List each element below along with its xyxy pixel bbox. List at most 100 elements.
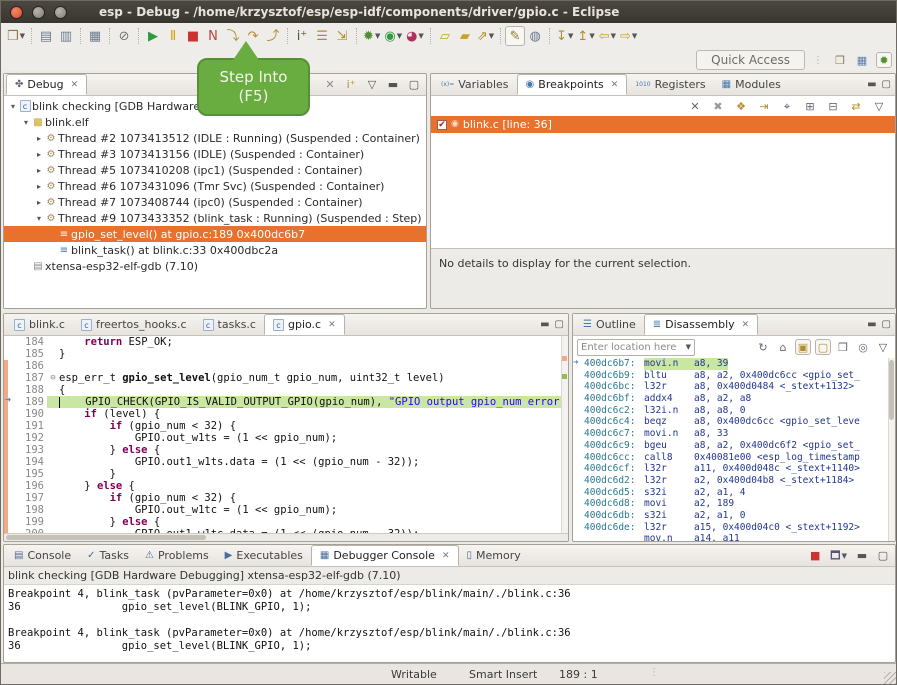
close-icon[interactable]: ✕ xyxy=(611,80,619,90)
expander-icon[interactable]: ▸ xyxy=(34,198,44,207)
debug-tree-row[interactable]: ≡blink_task() at blink.c:33 0x400dbc2a xyxy=(4,242,426,258)
previous-annotation-button[interactable]: ↥▼ xyxy=(575,26,596,46)
last-tool-button[interactable]: ⇗▼ xyxy=(475,26,496,46)
collapse-all-button[interactable]: ⊟ xyxy=(825,98,841,114)
close-button[interactable] xyxy=(10,6,23,19)
maximize-button[interactable]: ▢ xyxy=(406,77,422,93)
debug-tree-row[interactable]: ▸⚙Thread #7 1073408744 (ipc0) (Suspended… xyxy=(4,194,426,210)
disassembly-listing[interactable]: ➜400dc6b7:movi.na8, 39400dc6b9:bltua8, a… xyxy=(573,358,895,542)
mark-occurrences-button[interactable]: ✎ xyxy=(505,26,525,46)
terminate-button[interactable]: ■ xyxy=(183,26,203,46)
show-annotations-button[interactable]: ◍ xyxy=(525,26,545,46)
maximize-button[interactable] xyxy=(54,6,67,19)
drop-to-frame-button[interactable]: ⇲ xyxy=(332,26,352,46)
go-to-pc-button[interactable]: ⌂ xyxy=(775,339,791,355)
chevron-down-icon[interactable]: ▼ xyxy=(611,32,616,40)
disconnect-button[interactable]: N xyxy=(203,26,223,46)
expander-icon[interactable]: ▸ xyxy=(34,134,44,143)
perspective-debug-button[interactable]: ✹ xyxy=(876,52,892,68)
close-icon[interactable]: ✕ xyxy=(328,320,336,330)
save-button[interactable]: ▤ xyxy=(36,26,56,46)
terminate-console-button[interactable]: ■ xyxy=(807,548,823,564)
view-menu-button[interactable]: ▽ xyxy=(871,98,887,114)
open-perspective-button[interactable]: ❐ xyxy=(832,52,848,68)
tab-variables[interactable]: (x)=Variables xyxy=(433,74,517,95)
skip-all-breakpoints-button[interactable]: ⊘ xyxy=(114,26,134,46)
remove-breakpoint-button[interactable]: ✕ xyxy=(687,98,703,114)
chevron-down-icon[interactable]: ▼ xyxy=(589,32,594,40)
breakpoint-checkbox[interactable]: ✔ xyxy=(437,120,447,130)
external-tools-button[interactable]: ◕▼ xyxy=(404,26,426,46)
remove-all-terminated-button[interactable]: ✕ xyxy=(322,77,338,93)
console-output[interactable]: Breakpoint 4, blink_task (pvParameter=0x… xyxy=(4,585,895,653)
tab-blink-c[interactable]: cblink.c xyxy=(6,314,73,335)
show-source-button[interactable]: ▣ xyxy=(795,339,811,355)
minimize-button[interactable]: ▬ xyxy=(867,320,876,330)
expander-icon[interactable]: ▾ xyxy=(21,118,31,127)
show-threads-button[interactable]: ☰ xyxy=(312,26,332,46)
suspend-button[interactable]: Ⅱ xyxy=(163,26,183,46)
step-return-button[interactable]: ⤴ xyxy=(263,26,283,46)
tab-gpio-c[interactable]: cgpio.c✕ xyxy=(264,314,345,335)
back-button[interactable]: ⇦▼ xyxy=(597,26,618,46)
quick-access-button[interactable]: Quick Access xyxy=(696,50,805,70)
tab-registers[interactable]: 1010Registers xyxy=(627,74,713,95)
debug-tree-row[interactable]: ▸⚙Thread #5 1073410208 (ipc1) (Suspended… xyxy=(4,162,426,178)
chevron-down-icon[interactable]: ▼ xyxy=(686,343,691,351)
tab-memory[interactable]: ▯Memory xyxy=(459,545,529,566)
maximize-button[interactable]: ▢ xyxy=(882,80,891,90)
maximize-button[interactable]: ▢ xyxy=(882,320,891,330)
view-menu-button[interactable]: ▽ xyxy=(364,77,380,93)
tab-disassembly[interactable]: ≣Disassembly✕ xyxy=(644,314,758,335)
tab-debugger-console[interactable]: ▦Debugger Console✕ xyxy=(311,545,459,566)
open-resource-button[interactable]: ▰ xyxy=(455,26,475,46)
minimize-button[interactable]: ▬ xyxy=(540,320,549,330)
show-breakpoints-for-button[interactable]: ❖ xyxy=(733,98,749,114)
run-button[interactable]: ◉▼ xyxy=(382,26,404,46)
pin-button[interactable]: ◎ xyxy=(855,339,871,355)
debug-tree-row[interactable]: ▤xtensa-esp32-elf-gdb (7.10) xyxy=(4,258,426,274)
location-input[interactable]: Enter location here ▼ xyxy=(577,339,695,356)
save-binary-button[interactable]: ▦ xyxy=(85,26,105,46)
expand-all-button[interactable]: ⊞ xyxy=(802,98,818,114)
go-to-file-button[interactable]: ⇥ xyxy=(756,98,772,114)
save-all-button[interactable]: ▥ xyxy=(56,26,76,46)
minimize-button[interactable]: ▬ xyxy=(385,77,401,93)
tab-tasks-c[interactable]: ctasks.c xyxy=(195,314,264,335)
overview-ruler[interactable] xyxy=(561,336,568,533)
tab-modules[interactable]: ▦Modules xyxy=(714,74,789,95)
tab-freertos_hooks-c[interactable]: cfreertos_hooks.c xyxy=(73,314,195,335)
sync-context-button[interactable]: ▢ xyxy=(815,339,831,355)
resume-button[interactable]: ▶ xyxy=(143,26,163,46)
tab-problems[interactable]: ⚠Problems xyxy=(137,545,217,566)
select-pointer-button[interactable]: ⌖ xyxy=(779,98,795,114)
editor-code-area[interactable]: 184 return ESP_OK;185}186187⊖esp_err_t g… xyxy=(4,336,568,535)
debug-button[interactable]: ✹▼ xyxy=(361,26,382,46)
chevron-down-icon[interactable]: ▼ xyxy=(568,32,573,40)
forward-button[interactable]: ⇨▼ xyxy=(618,26,639,46)
instruction-stepping-button[interactable]: i⁺ xyxy=(292,26,312,46)
minimize-button[interactable]: ▬ xyxy=(854,548,870,564)
tab-console[interactable]: ▤Console xyxy=(6,545,79,566)
chevron-down-icon[interactable]: ▼ xyxy=(397,32,402,40)
breakpoint-row[interactable]: ✔ ◉ blink.c [line: 36] xyxy=(431,116,895,133)
open-element-button[interactable]: ▱ xyxy=(435,26,455,46)
expander-icon[interactable]: ▸ xyxy=(34,150,44,159)
close-icon[interactable]: ✕ xyxy=(742,320,750,330)
expander-icon[interactable]: ▾ xyxy=(8,102,18,111)
expander-icon[interactable]: ▾ xyxy=(34,214,44,223)
debug-tree-row[interactable]: ▾▩blink.elf xyxy=(4,114,426,130)
view-menu-button[interactable]: ▽ xyxy=(875,339,891,355)
minimize-button[interactable]: ▬ xyxy=(867,80,876,90)
link-with-debug-button[interactable]: ⇄ xyxy=(848,98,864,114)
debug-tree-row[interactable]: ▸⚙Thread #2 1073413512 (IDLE : Running) … xyxy=(4,130,426,146)
display-selected-console-button[interactable]: 🗖▼ xyxy=(828,548,849,564)
tab-outline[interactable]: ☰Outline xyxy=(575,314,644,335)
new-view-button[interactable]: ❒ xyxy=(835,339,851,355)
refresh-button[interactable]: ↻ xyxy=(755,339,771,355)
expander-icon[interactable]: ▸ xyxy=(34,182,44,191)
chevron-down-icon[interactable]: ▼ xyxy=(489,32,494,40)
chevron-down-icon[interactable]: ▼ xyxy=(375,32,380,40)
next-annotation-button[interactable]: ↧▼ xyxy=(554,26,575,46)
tab-executables[interactable]: ▶Executables xyxy=(217,545,311,566)
